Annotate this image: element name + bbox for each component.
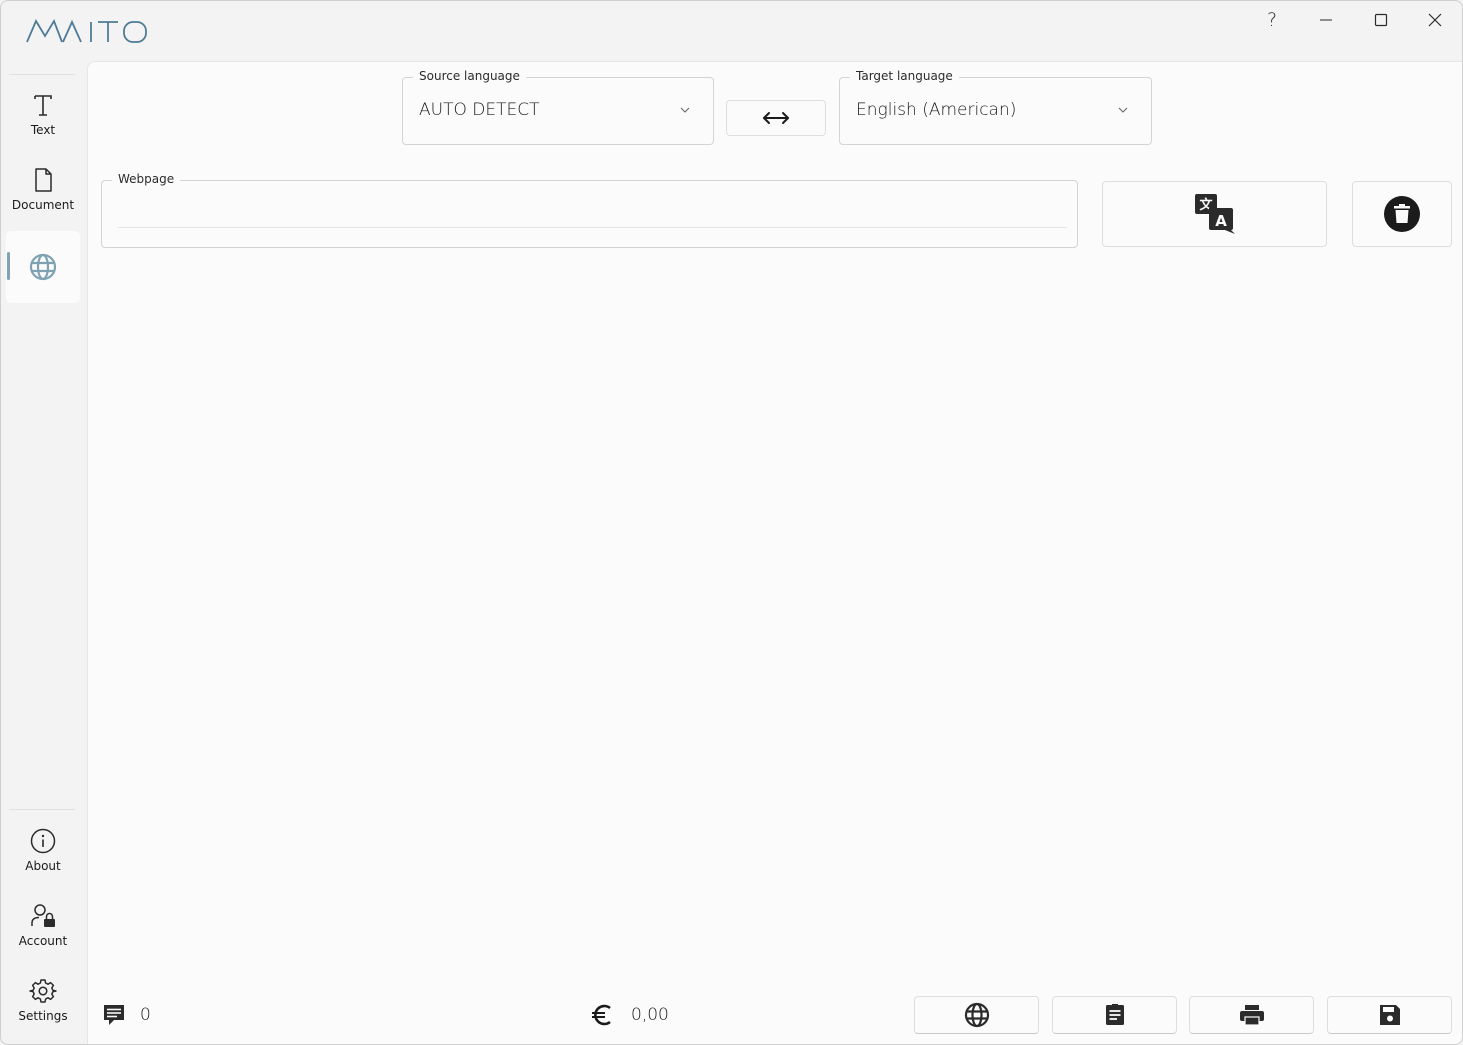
minimize-button[interactable] <box>1299 1 1353 39</box>
export-document-button[interactable] <box>1052 996 1177 1034</box>
clear-button[interactable] <box>1352 181 1452 247</box>
print-button[interactable] <box>1189 996 1314 1034</box>
account-lock-icon <box>31 904 55 927</box>
close-icon <box>1428 13 1442 27</box>
document-icon <box>35 168 52 192</box>
sidebar-item-text[interactable]: Text <box>6 78 80 150</box>
sidebar-divider <box>9 809 75 810</box>
webpage-url-field[interactable]: Webpage <box>101 172 1078 248</box>
maximize-button[interactable] <box>1354 1 1408 39</box>
translate-icon: 文 A <box>1194 194 1235 234</box>
sidebar-item-label: About <box>25 859 61 873</box>
gear-icon <box>29 979 57 1003</box>
sidebar-item-about[interactable]: About <box>6 814 80 886</box>
help-button[interactable]: ? <box>1245 1 1299 39</box>
source-language-select[interactable]: Source language AUTO DETECT <box>402 69 714 145</box>
text-icon <box>34 95 52 116</box>
chevron-down-icon <box>680 107 690 113</box>
delete-icon <box>1384 196 1420 232</box>
sidebar-item-label: Settings <box>18 1009 68 1023</box>
character-count: 0 <box>140 1005 151 1025</box>
open-in-browser-button[interactable] <box>914 996 1039 1034</box>
target-language-select[interactable]: Target language English (American) <box>839 69 1152 145</box>
globe-icon <box>29 253 57 281</box>
sidebar-item-label: Account <box>18 934 68 948</box>
maito-logo <box>26 18 147 43</box>
message-count-icon <box>104 1005 124 1025</box>
save-button[interactable] <box>1327 996 1452 1034</box>
sidebar-divider <box>9 74 75 75</box>
sidebar-item-webpage[interactable] <box>6 231 80 303</box>
sidebar-item-account[interactable]: Account <box>6 889 80 961</box>
globe-icon <box>964 1002 989 1028</box>
target-language-value: English (American) <box>856 100 1017 120</box>
info-icon <box>30 828 56 854</box>
swap-arrows-icon <box>763 112 789 124</box>
maximize-icon <box>1374 13 1388 27</box>
chevron-down-icon <box>1118 107 1128 113</box>
document-icon <box>1105 1004 1124 1025</box>
print-icon <box>1239 1005 1264 1026</box>
app-window: ? Text Document About Account Settings S… <box>0 0 1463 1045</box>
translate-button[interactable]: 文 A <box>1102 181 1327 247</box>
sidebar-item-label: Document <box>11 198 75 212</box>
main-content: Source language AUTO DETECT Target langu… <box>87 61 1462 1044</box>
source-language-value: AUTO DETECT <box>419 100 540 120</box>
euro-icon <box>592 1004 611 1026</box>
source-language-label: Source language <box>413 69 526 83</box>
sidebar-item-document[interactable]: Document <box>6 153 80 225</box>
input-underline <box>118 227 1067 228</box>
webpage-url-label: Webpage <box>112 172 181 186</box>
swap-languages-button[interactable] <box>726 100 826 136</box>
minimize-icon <box>1320 19 1332 21</box>
save-icon <box>1379 1005 1400 1025</box>
target-language-label: Target language <box>850 69 959 83</box>
sidebar: Text Document About Account Settings <box>1 61 86 1044</box>
close-button[interactable] <box>1408 1 1462 39</box>
sidebar-item-label: Text <box>30 123 56 137</box>
svg-text:A: A <box>1215 212 1227 230</box>
active-indicator <box>7 252 10 280</box>
sidebar-item-settings[interactable]: Settings <box>6 964 80 1036</box>
translation-cost: 0,00 <box>631 1005 669 1025</box>
